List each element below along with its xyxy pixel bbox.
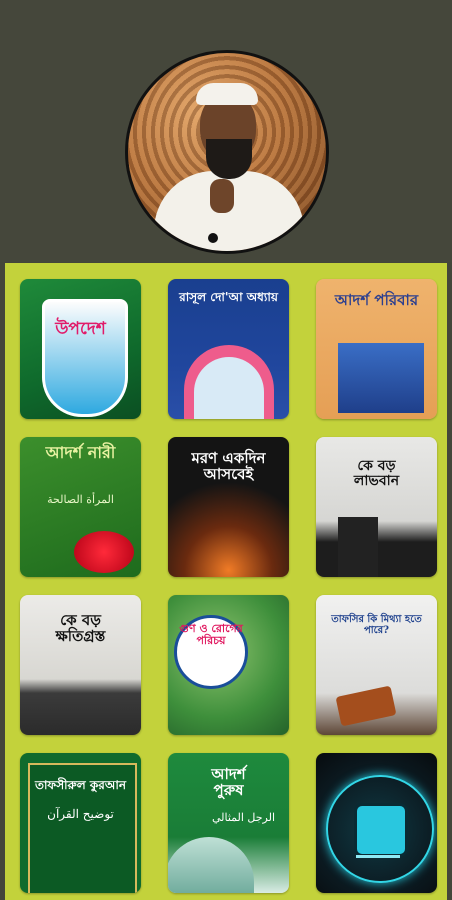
book-grid-panel: উপদেশ রাসূল দো'আ অধ্যায় আদর্শ পরিবার আদ… — [5, 263, 447, 900]
book-title: আদর্শ নারী — [45, 443, 116, 462]
book-title: তাফসির কি মিথ্যা হতে পারে? — [331, 614, 422, 636]
mosque-dome-illustration — [168, 837, 254, 893]
profile-header — [0, 0, 452, 262]
book-title: গুণ ও রোগের পরিচয় — [179, 622, 243, 647]
avatar-beard — [206, 139, 252, 179]
speaker-avatar[interactable] — [125, 50, 329, 254]
book-card[interactable]: গুণ ও রোগের পরিচয় — [168, 595, 289, 735]
rose-illustration — [74, 531, 134, 573]
book-arabic-title: المرأة الصالحة — [47, 493, 114, 506]
book-arabic-title: توضيح القرآن — [47, 807, 114, 821]
book-card[interactable]: তাফসীরুল কুরআন توضيح القرآن — [20, 753, 141, 893]
book-title: রাসূল দো'আ অধ্যায় — [179, 290, 278, 304]
book-card[interactable]: তাফসির কি মিথ্যা হতে পারে? — [316, 595, 437, 735]
book-card[interactable] — [316, 753, 437, 893]
book-card[interactable]: আদর্শ পুরুষ الرجل المثالي — [168, 753, 289, 893]
picture-in-picture-icon[interactable] — [354, 803, 408, 857]
book-cover-art — [42, 299, 128, 417]
avatar-cap — [196, 83, 258, 105]
book-card[interactable]: রাসূল দো'আ অধ্যায় — [168, 279, 289, 419]
book-title: তাফসীরুল কুরআন — [34, 778, 127, 792]
microphone-icon — [208, 233, 218, 243]
book-title: আদর্শ পরিবার — [334, 291, 419, 309]
book-title: মরণ একদিন আসবেই — [191, 449, 266, 483]
book-cover-art — [338, 343, 424, 413]
book-cover-art — [338, 517, 378, 577]
book-card[interactable]: কে বড় লাভবান — [316, 437, 437, 577]
book-title: কে বড় ক্ষতিগ্রস্ত — [55, 611, 106, 645]
book-arabic-title: الرجل المثالي — [211, 811, 276, 824]
book-cover-art — [194, 357, 264, 419]
floating-button-indicator — [356, 855, 400, 858]
quran-illustration — [335, 685, 397, 727]
book-card[interactable]: আদর্শ নারী المرأة الصالحة — [20, 437, 141, 577]
book-card[interactable]: উপদেশ — [20, 279, 141, 419]
book-title: উপদেশ — [55, 319, 106, 339]
book-title: আদর্শ পুরুষ — [211, 765, 246, 799]
book-title: কে বড় লাভবান — [353, 458, 400, 489]
book-card[interactable]: মরণ একদিন আসবেই — [168, 437, 289, 577]
book-card[interactable]: আদর্শ পরিবার — [316, 279, 437, 419]
avatar-hand — [210, 179, 234, 213]
book-card[interactable]: কে বড় ক্ষতিগ্রস্ত — [20, 595, 141, 735]
